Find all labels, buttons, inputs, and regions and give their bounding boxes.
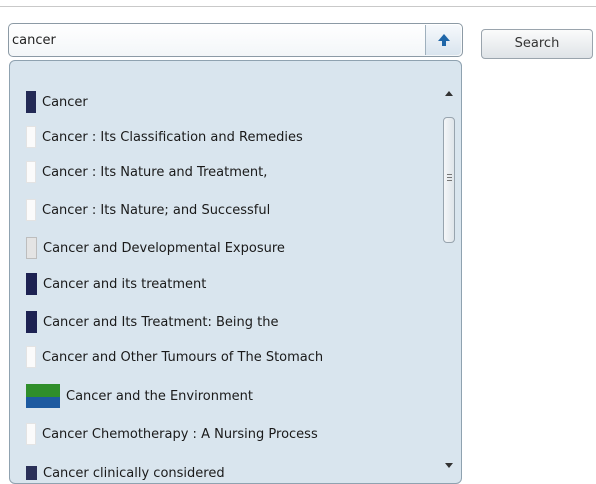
list-item[interactable]: Cancer clinically considered: [26, 458, 426, 481]
list-item[interactable]: Cancer : Its Classification and Remedies: [26, 122, 426, 152]
list-item-label: Cancer clinically considered: [43, 465, 225, 481]
book-cover-icon: [26, 237, 37, 259]
list-item[interactable]: Cancer and the Environment: [26, 381, 426, 411]
list-item[interactable]: Cancer and Its Treatment: Being the: [26, 307, 426, 337]
chevron-up-icon: [445, 91, 453, 96]
list-item-label: Cancer Chemotherapy : A Nursing Process: [42, 426, 318, 442]
list-item[interactable]: Cancer and Developmental Exposure: [26, 233, 426, 263]
list-item-label: Cancer : Its Nature and Treatment,: [42, 164, 268, 180]
suggestion-list: Cancer Cancer : Its Classification and R…: [10, 61, 430, 481]
book-cover-icon: [26, 423, 36, 445]
list-item[interactable]: Cancer and its treatment: [26, 269, 426, 299]
scroll-up-button[interactable]: [440, 84, 458, 102]
list-item-label: Cancer : Its Classification and Remedies: [42, 129, 303, 145]
grip-icon: [447, 174, 452, 175]
list-item[interactable]: Cancer : Its Nature and Treatment,: [26, 157, 426, 187]
scroll-track[interactable]: [443, 104, 455, 454]
top-divider: [0, 6, 596, 7]
vertical-scrollbar[interactable]: [440, 84, 458, 475]
book-cover-icon: [26, 161, 36, 183]
search-combobox[interactable]: [8, 23, 463, 57]
book-cover-icon: [26, 384, 60, 408]
book-cover-icon: [26, 466, 37, 480]
up-arrow-icon-stem: [442, 40, 446, 46]
list-item[interactable]: Cancer: [26, 87, 426, 117]
chevron-down-icon: [445, 463, 453, 468]
search-button[interactable]: Search: [481, 29, 593, 59]
scroll-down-button[interactable]: [440, 457, 458, 475]
book-cover-icon: [26, 126, 36, 148]
book-cover-icon: [26, 199, 36, 221]
book-cover-icon: [26, 273, 37, 295]
book-cover-icon: [26, 91, 36, 113]
list-item-label: Cancer and Its Treatment: Being the: [43, 314, 279, 330]
list-item-label: Cancer: [42, 94, 88, 110]
list-item-label: Cancer and the Environment: [66, 388, 253, 404]
book-cover-icon: [26, 311, 37, 333]
list-item-label: Cancer and its treatment: [43, 276, 207, 292]
search-input[interactable]: [10, 25, 424, 55]
list-item-label: Cancer : Its Nature; and Successful: [42, 202, 271, 218]
book-cover-icon: [26, 346, 36, 368]
scroll-thumb[interactable]: [443, 117, 455, 243]
list-item[interactable]: Cancer and Other Tumours of The Stomach: [26, 342, 426, 372]
autocomplete-dropdown: Cancer Cancer : Its Classification and R…: [9, 60, 462, 484]
list-item[interactable]: Cancer : Its Nature; and Successful: [26, 195, 426, 225]
list-item-label: Cancer and Developmental Exposure: [43, 240, 285, 256]
dropdown-toggle-button[interactable]: [425, 25, 461, 55]
list-item-label: Cancer and Other Tumours of The Stomach: [42, 349, 324, 365]
list-item[interactable]: Cancer Chemotherapy : A Nursing Process: [26, 419, 426, 449]
